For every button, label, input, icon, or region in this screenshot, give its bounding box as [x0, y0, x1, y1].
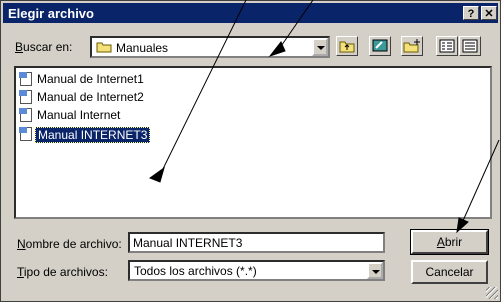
title-bar: Elegir archivo ? ✕: [3, 3, 498, 23]
details-view-icon: [462, 39, 478, 53]
resize-grip[interactable]: [486, 287, 498, 299]
filetype-label: Tipo de archivos:: [17, 265, 108, 279]
lookin-label: Buscar en:: [15, 40, 73, 54]
up-folder-button[interactable]: [336, 36, 358, 56]
cancel-button[interactable]: Cancelar: [411, 260, 488, 284]
filename-input[interactable]: [130, 234, 383, 251]
filename-input-box[interactable]: [128, 232, 385, 253]
new-folder-icon: [403, 39, 420, 53]
filetype-dropdown-button[interactable]: [367, 262, 383, 279]
file-name: Manual INTERNET3: [35, 127, 151, 143]
filename-label: Nombre de archivo:: [17, 237, 122, 251]
list-view-icon: [439, 39, 455, 53]
filetype-combobox[interactable]: Todos los archivos (*.*): [128, 260, 385, 281]
up-folder-icon: [339, 41, 355, 53]
document-icon: [19, 72, 32, 86]
new-folder-button[interactable]: [401, 36, 423, 56]
file-name: Manual Internet: [37, 108, 121, 122]
file-name: Manual de Internet1: [37, 72, 144, 86]
lookin-dropdown-button[interactable]: [312, 38, 328, 56]
help-button[interactable]: ?: [463, 6, 479, 20]
dialog-title: Elegir archivo: [8, 6, 94, 21]
details-view-button[interactable]: [459, 36, 481, 56]
file-list[interactable]: Manual de Internet1 Manual de Internet2 …: [14, 66, 492, 219]
open-button[interactable]: Abrir: [410, 229, 489, 255]
document-icon: [19, 127, 32, 141]
document-icon: [19, 90, 32, 104]
lookin-value: Manuales: [116, 41, 169, 55]
folder-icon: [96, 42, 112, 53]
lookin-combobox[interactable]: Manuales: [90, 36, 330, 58]
file-dialog-window: Elegir archivo ? ✕ Buscar en: Manuales M…: [0, 0, 501, 302]
list-view-button[interactable]: [436, 36, 458, 56]
filetype-value: Todos los archivos (*.*): [134, 264, 257, 278]
desktop-button[interactable]: [369, 36, 391, 56]
file-name: Manual de Internet2: [37, 90, 144, 104]
close-button[interactable]: ✕: [481, 6, 497, 20]
desktop-icon: [372, 39, 388, 52]
document-icon: [19, 108, 32, 122]
